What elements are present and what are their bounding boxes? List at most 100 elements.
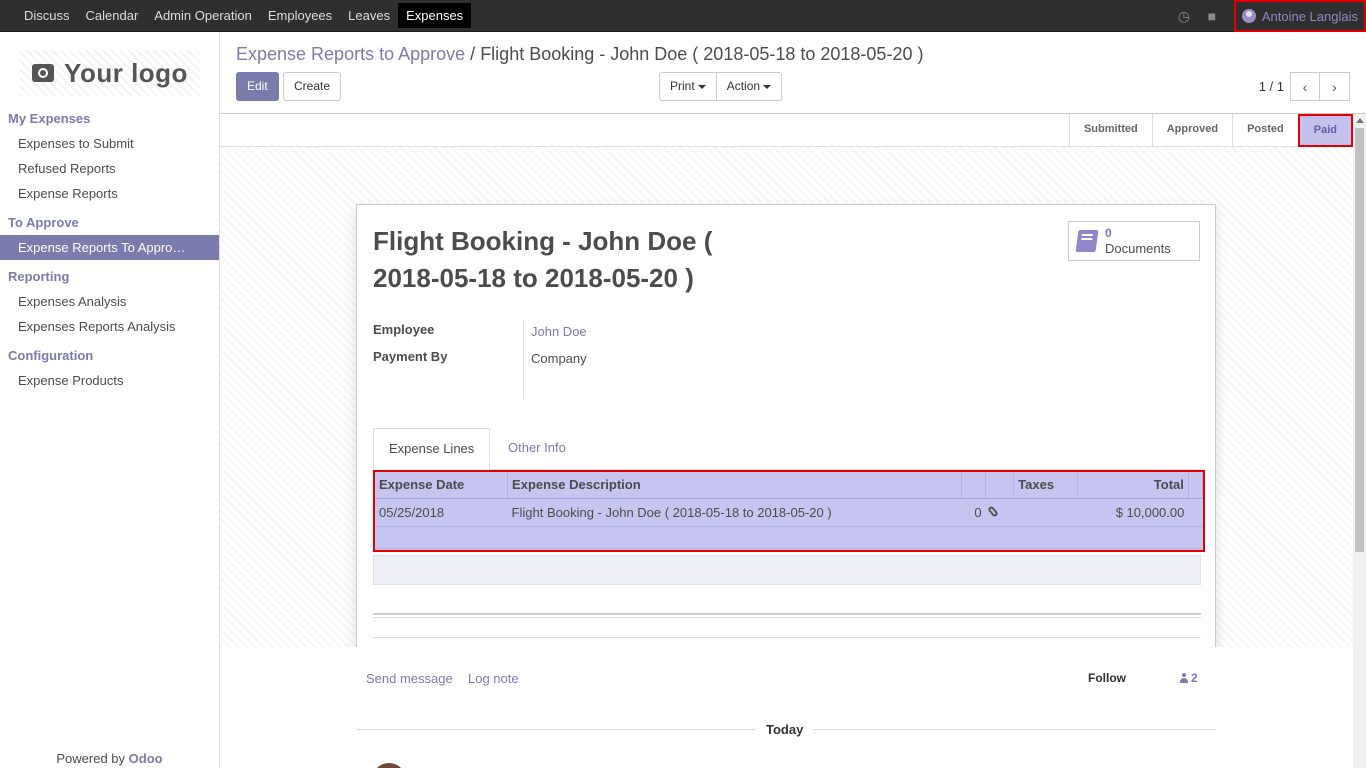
section-configuration[interactable]: Configuration <box>0 344 219 368</box>
report-title: Flight Booking - John Doe ( 2018-05-18 t… <box>373 226 713 293</box>
cell-expense-description: Flight Booking - John Doe ( 2018-05-18 t… <box>507 498 962 527</box>
pager-next-button[interactable]: › <box>1320 72 1350 101</box>
user-name: Antoine Langlais <box>1261 8 1358 24</box>
menu-employees[interactable]: Employees <box>260 3 340 28</box>
menu-leaves[interactable]: Leaves <box>340 3 398 28</box>
section-reporting[interactable]: Reporting <box>0 265 219 289</box>
header-expense-date[interactable]: Expense Date <box>375 472 509 499</box>
sheet-background: Flight Booking - John Doe ( 2018-05-18 t… <box>220 147 1353 655</box>
table-row[interactable]: 05/25/2018 Flight Booking - John Doe ( 2… <box>375 498 1203 527</box>
menu-admin-operation[interactable]: Admin Operation <box>146 3 260 28</box>
tab-expense-lines[interactable]: Expense Lines <box>373 428 491 470</box>
empty-row <box>375 526 1203 549</box>
tab-other-info[interactable]: Other Info <box>493 428 581 470</box>
sidebar-actions: Print Action <box>659 72 783 101</box>
breadcrumb-separator: / <box>470 44 476 64</box>
powered-prefix: Powered by <box>56 751 129 766</box>
send-message-button[interactable]: Send message <box>366 671 453 686</box>
documents-count: 0 <box>1105 226 1112 240</box>
documents-label: Documents <box>1105 241 1171 256</box>
logo-text: Your logo <box>64 57 188 88</box>
section-my-expenses[interactable]: My Expenses <box>0 107 219 131</box>
menu-discuss[interactable]: Discuss <box>16 3 78 28</box>
sidebar-item-expenses-analysis[interactable]: Expenses Analysis <box>0 289 219 314</box>
sidebar-item-expenses-to-submit[interactable]: Expenses to Submit <box>0 131 219 156</box>
company-logo[interactable]: Your logo <box>20 50 200 96</box>
stage-paid[interactable]: Paid <box>1297 114 1353 147</box>
header-spacer <box>1188 472 1204 499</box>
employee-value[interactable]: John Doe <box>523 320 587 347</box>
followers-button[interactable]: 2 <box>1180 671 1198 685</box>
followers-count: 2 <box>1191 671 1198 685</box>
app-menu: Discuss Calendar Admin Operation Employe… <box>16 3 472 28</box>
bottom-divider <box>373 637 1201 638</box>
form-view: Submitted Approved Posted Paid Flight Bo… <box>220 114 1353 768</box>
cell-attachment[interactable] <box>985 498 1014 527</box>
pager-previous-button[interactable]: ‹ <box>1290 72 1320 101</box>
expense-lines-table: Expense Date Expense Description Taxes T… <box>373 470 1205 552</box>
action-dropdown[interactable]: Action <box>716 72 783 101</box>
menu-calendar[interactable]: Calendar <box>78 3 147 28</box>
chat-icon[interactable]: ■ <box>1198 8 1226 24</box>
form-sheet: Flight Booking - John Doe ( 2018-05-18 t… <box>356 204 1216 655</box>
cell-taxes <box>1013 498 1078 527</box>
documents-button[interactable]: 0 Documents <box>1068 221 1200 261</box>
create-button[interactable]: Create <box>283 72 342 101</box>
page-scrollbar[interactable] <box>1353 114 1366 768</box>
user-menu[interactable]: Antoine Langlais <box>1233 0 1366 32</box>
payment-by-label: Payment By <box>373 349 448 364</box>
log-note-button[interactable]: Log note <box>468 671 519 686</box>
pager: 1 / 1 ‹ › <box>1259 72 1350 101</box>
breadcrumb-current: Flight Booking - John Doe ( 2018-05-18 t… <box>480 44 924 64</box>
book-icon <box>1075 230 1099 252</box>
message-author-avatar[interactable] <box>372 763 406 768</box>
cell-expense-date: 05/25/2018 <box>375 498 508 527</box>
breadcrumb: Expense Reports to Approve / Flight Book… <box>236 44 923 65</box>
scrollbar-thumb[interactable] <box>1355 128 1364 552</box>
stage-submitted[interactable]: Submitted <box>1068 114 1152 147</box>
sidebar-item-refused-reports[interactable]: Refused Reports <box>0 156 219 181</box>
notebook-tabs: Expense Lines Other Info <box>373 428 1201 470</box>
follow-button[interactable]: Follow <box>1088 671 1126 685</box>
header-taxes[interactable]: Taxes <box>1013 472 1079 499</box>
menu-expenses[interactable]: Expenses <box>398 3 472 28</box>
payment-by-value: Company <box>531 351 587 366</box>
pager-value[interactable]: 1 / 1 <box>1259 79 1284 94</box>
edit-button[interactable]: Edit <box>236 72 279 101</box>
sidebar-item-expense-reports-to-approve[interactable]: Expense Reports To Appro… <box>0 235 219 260</box>
today-label: Today <box>756 722 814 737</box>
sidebar-item-expense-reports[interactable]: Expense Reports <box>0 181 219 206</box>
stage-posted[interactable]: Posted <box>1232 114 1298 147</box>
systray: ◷ ■ Antoine Langlais <box>1170 0 1366 32</box>
odoo-link[interactable]: Odoo <box>129 751 163 766</box>
clock-icon[interactable]: ◷ <box>1170 8 1198 25</box>
stage-approved[interactable]: Approved <box>1151 114 1232 147</box>
scroll-up-icon[interactable] <box>1356 118 1364 123</box>
cell-quantity: 0 <box>961 498 986 527</box>
user-avatar <box>1241 9 1256 23</box>
camera-icon <box>32 64 55 82</box>
total-separator <box>373 613 1201 618</box>
sidebar: Your logo My Expenses Expenses to Submit… <box>0 32 220 768</box>
print-dropdown[interactable]: Print <box>659 72 717 101</box>
header-quantity <box>961 472 987 499</box>
status-stages: Submitted Approved Posted Paid <box>1068 114 1353 147</box>
cell-total: $ 10,000.00 <box>1077 498 1189 527</box>
top-navbar: Discuss Calendar Admin Operation Employe… <box>0 0 1366 32</box>
form-fields: Employee John Doe Payment By Company <box>373 320 587 374</box>
header-total[interactable]: Total <box>1077 472 1189 499</box>
caret-down-icon <box>697 84 706 89</box>
action-label: Action <box>726 79 761 93</box>
paperclip-icon[interactable] <box>986 504 999 518</box>
section-to-approve[interactable]: To Approve <box>0 211 219 235</box>
caret-down-icon <box>763 84 772 89</box>
field-divider <box>523 320 524 398</box>
control-panel: Expense Reports to Approve / Flight Book… <box>220 32 1366 114</box>
sidebar-item-expense-products[interactable]: Expense Products <box>0 368 219 393</box>
sidebar-item-expenses-reports-analysis[interactable]: Expenses Reports Analysis <box>0 314 219 339</box>
employee-label: Employee <box>373 322 435 337</box>
header-expense-description[interactable]: Expense Description <box>507 472 962 499</box>
breadcrumb-parent[interactable]: Expense Reports to Approve <box>236 44 465 64</box>
sidebar-nav: My Expenses Expenses to Submit Refused R… <box>0 107 219 393</box>
statusbar: Submitted Approved Posted Paid <box>220 114 1353 147</box>
